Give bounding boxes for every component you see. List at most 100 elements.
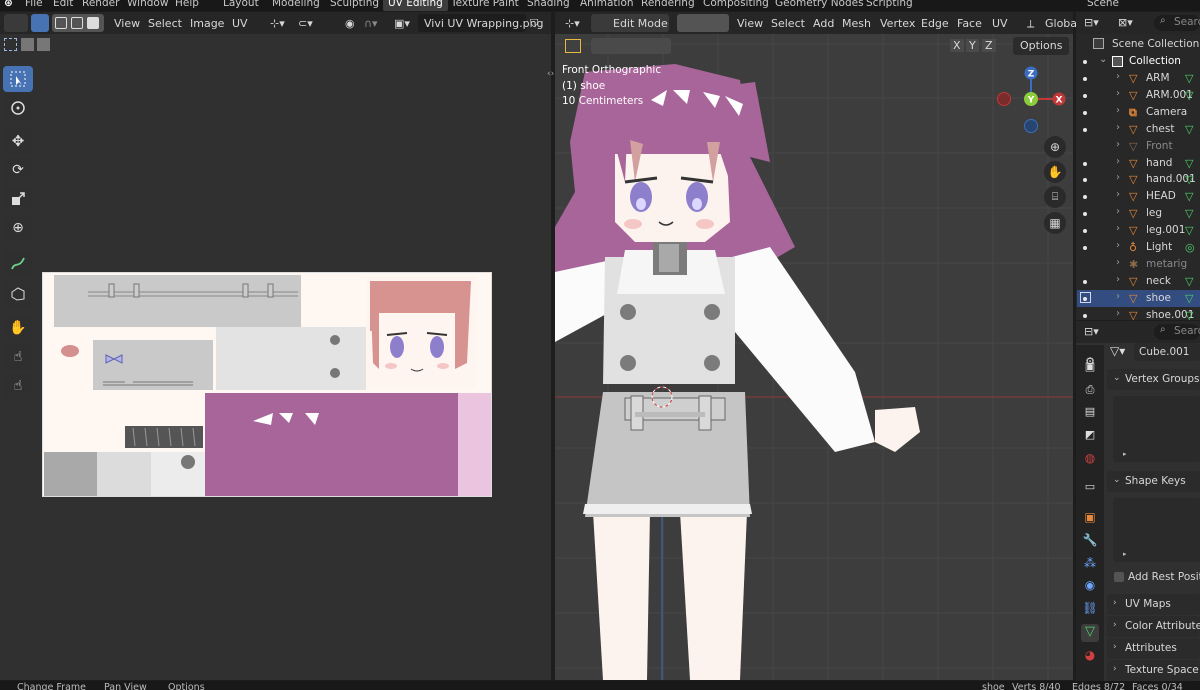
select-box-icon[interactable] [4, 38, 17, 51]
expand-chevron-icon[interactable]: › [1116, 308, 1120, 319]
snap-icon[interactable]: ⊂▾ [298, 17, 313, 30]
visibility-dot[interactable] [1083, 279, 1087, 284]
physics-tab-icon[interactable]: ◉ [1081, 578, 1099, 596]
mesh-data-icon[interactable]: ▽ [1185, 89, 1198, 102]
world-tab-icon[interactable]: ◍ [1081, 451, 1099, 469]
camera-view-icon[interactable]: ⌸ [1044, 186, 1066, 208]
falloff-icon[interactable]: ∩▾ [364, 17, 378, 30]
outliner-row-front[interactable]: › ▽ Front [1077, 138, 1200, 155]
tab-modeling[interactable]: Modeling [272, 0, 320, 9]
vp-menu-uv[interactable]: UV [992, 17, 1008, 30]
vp-menu-select[interactable]: Select [771, 17, 805, 30]
data-tab-icon[interactable]: ▽ [1081, 624, 1099, 642]
uv-menu-select[interactable]: Select [148, 17, 182, 30]
output-tab-icon[interactable]: ⎙ [1081, 383, 1099, 401]
tab-uv-editing[interactable]: UV Editing [383, 0, 448, 11]
object-tab-icon[interactable]: ▣ [1081, 510, 1099, 528]
particles-tab-icon[interactable]: ⁂ [1081, 556, 1099, 574]
expand-chevron-icon[interactable]: › [1116, 156, 1120, 167]
scene-tab-icon[interactable]: ◩ [1081, 428, 1099, 446]
mesh-data-icon[interactable]: ▽ [1185, 173, 1198, 186]
collection-visible-dot[interactable] [1083, 60, 1087, 64]
vp-menu-add[interactable]: Add [813, 17, 834, 30]
expand-chevron-icon[interactable]: › [1116, 105, 1120, 116]
expand-chevron-icon[interactable]: › [1116, 139, 1120, 150]
shape-keys-section[interactable]: ⌄ Shape Keys [1107, 471, 1200, 492]
expand-chevron-icon[interactable]: › [1116, 257, 1120, 268]
mesh-data-icon[interactable]: ▽ [1185, 224, 1198, 237]
texture-space-section[interactable]: › Texture Space [1107, 660, 1200, 681]
select-tool-icon[interactable] [565, 39, 581, 53]
viewport-editor-type-icon[interactable]: ⊹▾ [565, 17, 580, 30]
menu-render[interactable]: Render [82, 0, 119, 9]
pivot-icon[interactable]: ⊹▾ [270, 17, 285, 30]
mesh-data-icon[interactable]: ▽ [1185, 275, 1198, 288]
scene-selector[interactable]: Scene [1087, 0, 1119, 9]
outliner-row-camera[interactable]: › ⧉ Camera [1077, 104, 1200, 121]
light-data-icon[interactable]: ◎ [1185, 241, 1198, 254]
modifier-tab-icon[interactable]: 🔧 [1081, 533, 1099, 551]
select-box-mode-icon[interactable] [591, 38, 671, 54]
visibility-dot[interactable] [1083, 110, 1087, 115]
image-browse-icon[interactable]: ▣▾ [394, 17, 410, 30]
constraints-tab-icon[interactable]: ⛓ [1081, 601, 1099, 619]
tab-animation[interactable]: Animation [580, 0, 634, 9]
add-rest-position-checkbox[interactable] [1114, 572, 1124, 582]
collection-expand-icon[interactable]: ⌄ [1099, 54, 1107, 65]
uv-sync-toggle[interactable] [31, 14, 49, 32]
vp-menu-edge[interactable]: Edge [921, 17, 949, 30]
outliner-row-arm[interactable]: › ▽ ARM ▽ [1077, 70, 1200, 87]
viewport-select-mode-buttons[interactable] [677, 14, 729, 32]
vp-menu-face[interactable]: Face [957, 17, 982, 30]
edit-mode-icon[interactable] [1080, 291, 1091, 303]
select-box-tool[interactable] [3, 66, 33, 92]
vertex-groups-section[interactable]: ⌄ Vertex Groups [1107, 369, 1200, 390]
outliner-row-hand[interactable]: › ▽ hand ▽ [1077, 155, 1200, 172]
proportional-edit-icon[interactable]: ◉ [345, 17, 355, 30]
expand-chevron-icon[interactable]: › [1116, 223, 1120, 234]
expand-chevron-icon[interactable]: › [1116, 122, 1120, 133]
select-mode-subtract-icon[interactable] [37, 38, 50, 51]
blender-logo-icon[interactable]: ⊛ [4, 0, 13, 9]
menu-help[interactable]: Help [175, 0, 199, 9]
mesh-data-icon[interactable]: ▽ [1185, 292, 1198, 305]
expand-chevron-icon[interactable]: › [1116, 274, 1120, 285]
axis-toggle-x[interactable]: X [950, 39, 964, 52]
transform-tool[interactable]: ⊕ [3, 215, 33, 241]
vertex-groups-list[interactable]: ▸ [1113, 396, 1200, 462]
uv-maps-section[interactable]: › UV Maps [1107, 594, 1200, 615]
outliner-row-neck[interactable]: › ▽ neck ▽ [1077, 273, 1200, 290]
expand-chevron-icon[interactable]: › [1116, 291, 1120, 302]
rip-tool[interactable] [3, 281, 33, 307]
grab-tool[interactable]: ✋ [3, 315, 33, 341]
mesh-data-icon[interactable]: ▽ [1185, 190, 1198, 203]
properties-editor-type-icon[interactable]: ⊟▾ [1084, 325, 1099, 338]
visibility-dot[interactable] [1083, 127, 1087, 132]
visibility-dot[interactable] [1083, 178, 1087, 183]
editor-type-button[interactable] [4, 14, 28, 32]
outliner-row-leg-001[interactable]: › ▽ leg.001 ▽ [1077, 222, 1200, 239]
outliner-editor-type-icon[interactable]: ⊟▾ [1084, 16, 1099, 29]
tab-shading[interactable]: Shading [527, 0, 570, 9]
expand-chevron-icon[interactable]: › [1116, 206, 1120, 217]
collapse-arrows-icon[interactable]: ‹› [547, 69, 554, 79]
move-tool[interactable]: ✥ [3, 128, 33, 154]
tab-sculpting[interactable]: Sculpting [330, 0, 379, 9]
vp-menu-view[interactable]: View [737, 17, 763, 30]
outliner-row-hand-001[interactable]: › ▽ hand.001 ▽ [1077, 171, 1200, 188]
navigation-gizmo[interactable]: Z X Y [996, 62, 1066, 134]
expand-chevron-icon[interactable]: › [1116, 189, 1120, 200]
rotate-tool[interactable]: ⟳ [3, 157, 33, 183]
outliner-row-leg[interactable]: › ▽ leg ▽ [1077, 205, 1200, 222]
expand-chevron-icon[interactable]: › [1116, 172, 1120, 183]
mesh-data-icon[interactable]: ▽▾ [1110, 344, 1125, 358]
visibility-dot[interactable] [1083, 313, 1087, 318]
tab-compositing[interactable]: Compositing [703, 0, 769, 9]
collection-tab-icon[interactable]: ▭ [1081, 480, 1099, 498]
visibility-dot[interactable] [1083, 212, 1087, 217]
mesh-data-icon[interactable]: ▽ [1185, 72, 1198, 85]
material-tab-icon[interactable]: ◕ [1081, 648, 1099, 666]
scale-tool[interactable] [3, 186, 33, 212]
pan-hand-icon[interactable]: ✋ [1044, 161, 1066, 183]
render-tab-icon[interactable]: ▣ [1081, 360, 1099, 378]
